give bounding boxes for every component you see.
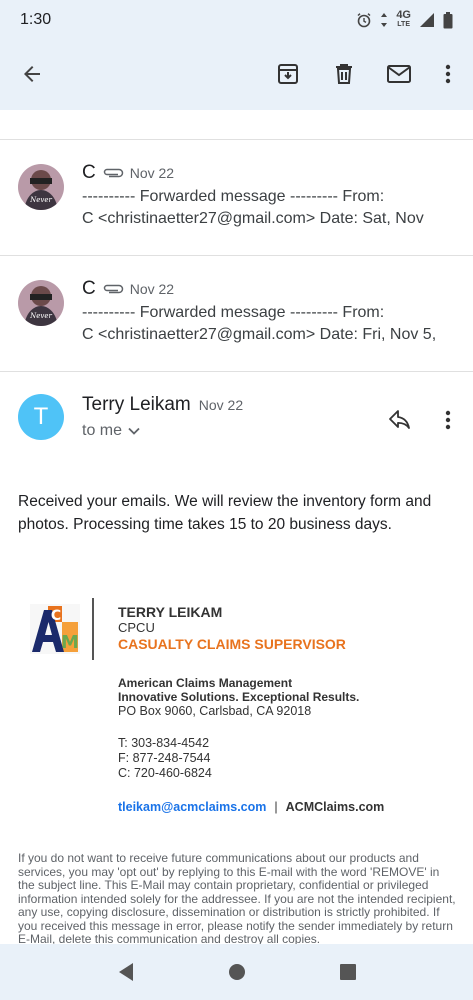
sender-info: Terry Leikam Nov 22 xyxy=(82,394,243,416)
back-button[interactable] xyxy=(14,56,50,92)
system-nav-bar xyxy=(0,944,473,1000)
message-date: Nov 22 xyxy=(198,397,244,413)
archive-icon xyxy=(278,64,298,84)
phone-fax[interactable]: F: 877-248-7544 xyxy=(118,751,212,766)
trash-icon xyxy=(336,64,352,84)
sender-avatar[interactable]: T xyxy=(18,394,64,440)
status-bar: 1:30 4G LTE xyxy=(0,0,473,40)
recipients-toggle[interactable]: to me xyxy=(82,422,140,440)
data-arrows-icon xyxy=(381,13,388,27)
network-label: 4G LTE xyxy=(396,9,411,29)
message-date: Nov 22 xyxy=(129,281,175,297)
signature-website-link[interactable]: ACMClaims.com xyxy=(286,800,385,814)
link-separator: | xyxy=(274,800,278,814)
attachment-icon xyxy=(103,168,123,178)
collapsed-messages-strip[interactable] xyxy=(0,110,473,140)
alarm-icon xyxy=(357,13,371,28)
reply-icon xyxy=(389,410,410,429)
nav-back-icon[interactable] xyxy=(117,962,135,982)
nav-home-icon[interactable] xyxy=(228,963,246,981)
recipients-label: to me xyxy=(82,422,123,439)
company-logo: M C xyxy=(30,604,80,654)
avatar: Never xyxy=(18,164,64,210)
status-time: 1:30 xyxy=(20,11,52,28)
mark-unread-button[interactable] xyxy=(381,56,417,92)
svg-text:Never: Never xyxy=(29,312,52,320)
mail-icon xyxy=(387,65,411,83)
reply-button[interactable] xyxy=(384,404,416,436)
signature-email-link[interactable]: tleikam@acmclaims.com xyxy=(118,800,266,814)
battery-icon xyxy=(443,11,453,28)
svg-text:M: M xyxy=(61,632,79,653)
signal-icon xyxy=(420,13,434,27)
signature-links: tleikam@acmclaims.com | ACMClaims.com xyxy=(118,800,384,814)
status-icons: 4G LTE xyxy=(356,9,453,29)
signature-name: TERRY LEIKAM xyxy=(118,604,223,620)
thread-message-1[interactable]: Never C Nov 22 ---------- Forwarded mess… xyxy=(0,140,473,256)
svg-text:Never: Never xyxy=(29,196,52,204)
signature-phones: T: 303-834-4542 F: 877-248-7544 C: 720-4… xyxy=(118,736,212,781)
sender-name: C xyxy=(82,162,96,183)
message-date: Nov 22 xyxy=(129,165,175,181)
phone-cell[interactable]: C: 720-460-6824 xyxy=(118,766,212,781)
delete-button[interactable] xyxy=(326,56,362,92)
message-body: Received your emails. We will review the… xyxy=(18,493,432,533)
app-bar xyxy=(0,40,473,110)
signature-address: PO Box 9060, Carlsbad, CA 92018 xyxy=(118,704,312,718)
chevron-down-icon xyxy=(128,427,140,435)
arrow-left-icon xyxy=(24,66,40,82)
sender-row: C Nov 22 xyxy=(82,278,174,300)
signature-divider xyxy=(92,598,94,660)
sender-row: C Nov 22 xyxy=(82,162,174,184)
signature-credential: CPCU xyxy=(118,620,155,635)
archive-button[interactable] xyxy=(270,56,306,92)
signature-company: American Claims Management Innovative So… xyxy=(118,676,360,704)
attachment-icon xyxy=(103,284,123,294)
thread-message-2[interactable]: Never C Nov 22 ---------- Forwarded mess… xyxy=(0,256,473,372)
sender-name: Terry Leikam xyxy=(82,394,191,415)
phone-office[interactable]: T: 303-834-4542 xyxy=(118,736,212,751)
message-more-button[interactable] xyxy=(432,404,464,436)
disclaimer-text: If you do not want to receive future com… xyxy=(18,852,456,944)
svg-text:C: C xyxy=(51,608,61,624)
message-snippet: ---------- Forwarded message --------- F… xyxy=(82,188,424,227)
nav-recents-icon[interactable] xyxy=(339,963,357,981)
avatar: Never xyxy=(18,280,64,326)
signature-title: CASUALTY CLAIMS SUPERVISOR xyxy=(118,636,346,652)
message-header: T Terry Leikam Nov 22 to me xyxy=(0,372,473,462)
message-snippet: ---------- Forwarded message --------- F… xyxy=(82,304,437,343)
more-vert-icon xyxy=(445,410,451,430)
more-vert-icon xyxy=(445,64,451,84)
more-options-button[interactable] xyxy=(430,56,466,92)
sender-name: C xyxy=(82,278,96,299)
